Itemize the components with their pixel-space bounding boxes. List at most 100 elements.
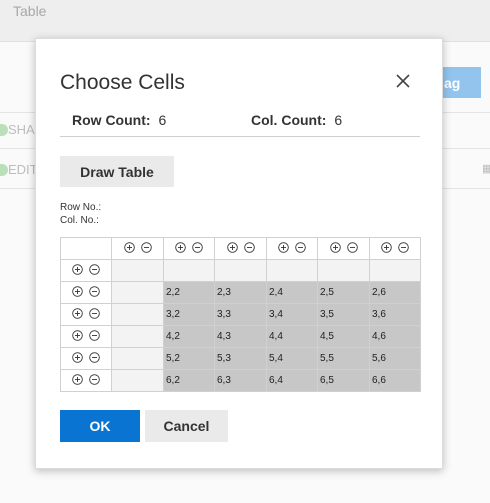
table-icon[interactable]: ▦ (482, 162, 490, 175)
remove-circle-icon[interactable] (140, 241, 152, 253)
column-control-row (60, 237, 421, 260)
selected-cell[interactable]: 2,2 (163, 281, 215, 304)
grid-cell[interactable] (369, 259, 421, 282)
selected-cell[interactable]: 3,6 (369, 303, 421, 326)
row-count-value: 6 (158, 112, 167, 128)
grid-cell[interactable] (111, 369, 164, 392)
row-controls (60, 259, 112, 282)
cancel-button[interactable]: Cancel (145, 410, 228, 442)
selected-cell[interactable]: 6,5 (317, 369, 370, 392)
grid-cell[interactable] (111, 281, 164, 304)
remove-circle-icon[interactable] (89, 263, 100, 275)
grid-cell[interactable] (317, 259, 370, 282)
selected-cell[interactable]: 2,5 (317, 281, 370, 304)
table-row (60, 259, 421, 282)
add-circle-icon[interactable] (72, 373, 83, 385)
side-item-edit[interactable]: EDIT (0, 162, 38, 177)
side-item-label: EDIT (8, 162, 38, 177)
grid-cell[interactable] (111, 347, 164, 370)
count-summary: Row Count: 6 Col. Count: 6 (60, 111, 420, 137)
corner-cell (60, 237, 112, 260)
ok-button[interactable]: OK (60, 410, 140, 442)
column-controls (369, 237, 421, 260)
remove-circle-icon[interactable] (398, 241, 409, 253)
remove-circle-icon[interactable] (192, 241, 203, 253)
side-item-label: SHA (8, 122, 35, 137)
selected-cell[interactable]: 2,6 (369, 281, 421, 304)
table-row: 6,2 6,3 6,4 6,5 6,6 (60, 369, 421, 392)
choose-cells-dialog: Choose Cells Row Count: 6 Col. Count: 6 Dr… (35, 38, 443, 469)
selected-cell[interactable]: 5,4 (266, 347, 318, 370)
add-circle-icon[interactable] (72, 329, 83, 341)
app-header: Table (0, 0, 490, 42)
add-circle-icon[interactable] (381, 241, 392, 253)
column-controls (317, 237, 370, 260)
selected-cell[interactable]: 2,3 (214, 281, 267, 304)
grid-cell[interactable] (111, 325, 164, 348)
draw-table-button[interactable]: Draw Table (60, 156, 174, 187)
selected-cell[interactable]: 5,5 (317, 347, 370, 370)
selected-cell[interactable]: 5,6 (369, 347, 421, 370)
selected-cell[interactable]: 3,2 (163, 303, 215, 326)
remove-circle-icon[interactable] (89, 329, 100, 341)
table-row: 4,2 4,3 4,4 4,5 4,6 (60, 325, 421, 348)
row-count: Row Count: 6 (72, 112, 166, 128)
selected-cell[interactable]: 6,2 (163, 369, 215, 392)
table-row: 2,2 2,3 2,4 2,5 2,6 (60, 281, 421, 304)
grid-cell[interactable] (111, 303, 164, 326)
col-no-label: Col. No.: (60, 215, 99, 226)
selected-cell[interactable]: 6,6 (369, 369, 421, 392)
selected-cell[interactable]: 3,4 (266, 303, 318, 326)
add-circle-icon[interactable] (175, 241, 186, 253)
remove-circle-icon[interactable] (346, 241, 358, 253)
selected-cell[interactable]: 4,3 (214, 325, 267, 348)
selected-cell[interactable]: 2,4 (266, 281, 318, 304)
app-title: Table (13, 3, 47, 19)
remove-circle-icon[interactable] (89, 307, 100, 319)
status-dot-icon (0, 123, 8, 136)
selected-cell[interactable]: 5,3 (214, 347, 267, 370)
row-controls (60, 369, 112, 392)
side-item-share[interactable]: SHA (0, 122, 35, 137)
grid-cell[interactable] (266, 259, 318, 282)
add-circle-icon[interactable] (72, 285, 83, 297)
close-icon[interactable] (393, 71, 413, 91)
col-count-label: Col. Count: (251, 112, 327, 128)
selected-cell[interactable]: 6,3 (214, 369, 267, 392)
selected-cell[interactable]: 4,5 (317, 325, 370, 348)
row-count-label: Row Count: (72, 112, 151, 128)
add-circle-icon[interactable] (278, 241, 289, 253)
add-circle-icon[interactable] (72, 263, 83, 275)
remove-circle-icon[interactable] (89, 351, 100, 363)
position-info: Row No.: Col. No.: (60, 201, 101, 227)
add-circle-icon[interactable] (226, 241, 238, 253)
remove-circle-icon[interactable] (243, 241, 255, 253)
row-controls (60, 281, 112, 304)
selected-cell[interactable]: 6,4 (266, 369, 318, 392)
add-circle-icon[interactable] (72, 351, 83, 363)
column-controls (266, 237, 318, 260)
selected-cell[interactable]: 3,5 (317, 303, 370, 326)
selected-cell[interactable]: 4,4 (266, 325, 318, 348)
grid-cell[interactable] (111, 259, 164, 282)
column-controls (214, 237, 267, 260)
add-circle-icon[interactable] (72, 307, 83, 319)
grid-cell[interactable] (214, 259, 267, 282)
selected-cell[interactable]: 3,3 (214, 303, 267, 326)
grid-cell[interactable] (163, 259, 215, 282)
remove-circle-icon[interactable] (89, 373, 100, 385)
remove-circle-icon[interactable] (89, 285, 100, 297)
table-row: 3,2 3,3 3,4 3,5 3,6 (60, 303, 421, 326)
col-count: Col. Count: 6 (251, 112, 342, 128)
status-dot-icon (0, 163, 8, 176)
remove-circle-icon[interactable] (295, 241, 306, 253)
column-controls (111, 237, 164, 260)
col-count-value: 6 (334, 112, 343, 128)
selected-cell[interactable]: 4,6 (369, 325, 421, 348)
add-circle-icon[interactable] (123, 241, 135, 253)
selected-cell[interactable]: 5,2 (163, 347, 215, 370)
selected-cell[interactable]: 4,2 (163, 325, 215, 348)
add-circle-icon[interactable] (329, 241, 341, 253)
row-no-label: Row No.: (60, 202, 102, 213)
cell-grid: 2,2 2,3 2,4 2,5 2,6 3,2 3,3 3,4 3,5 3,6 4,2 4,3 4,4 4… (60, 237, 421, 392)
